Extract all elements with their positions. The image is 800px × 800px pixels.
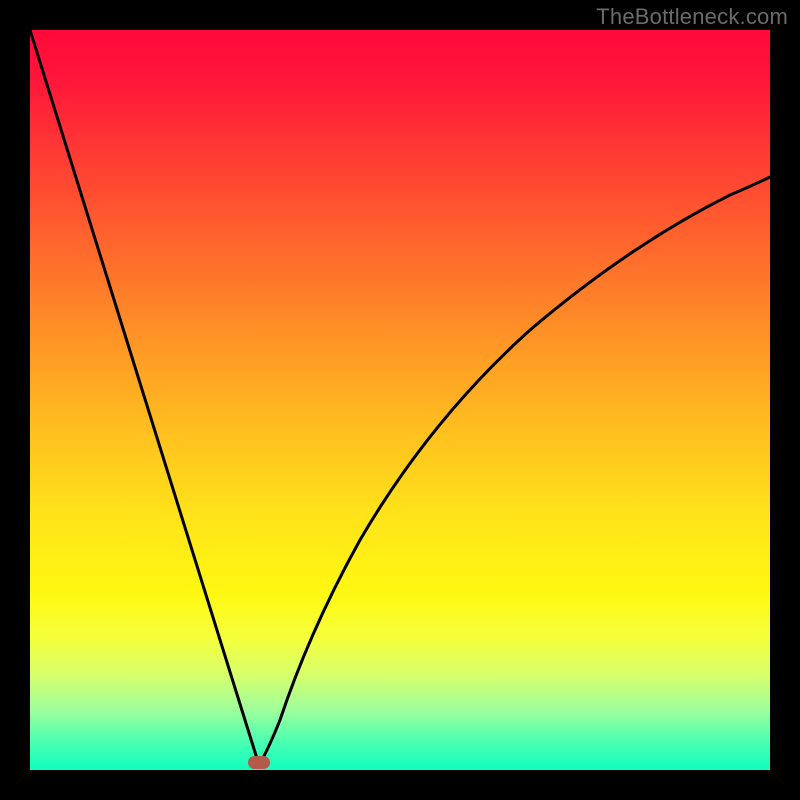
chart-frame: TheBottleneck.com: [0, 0, 800, 800]
plot-area: [30, 30, 770, 770]
watermark-text: TheBottleneck.com: [596, 4, 788, 30]
bottleneck-curve: [30, 30, 770, 765]
vertex-marker: [248, 756, 270, 769]
curve-layer: [30, 30, 770, 770]
